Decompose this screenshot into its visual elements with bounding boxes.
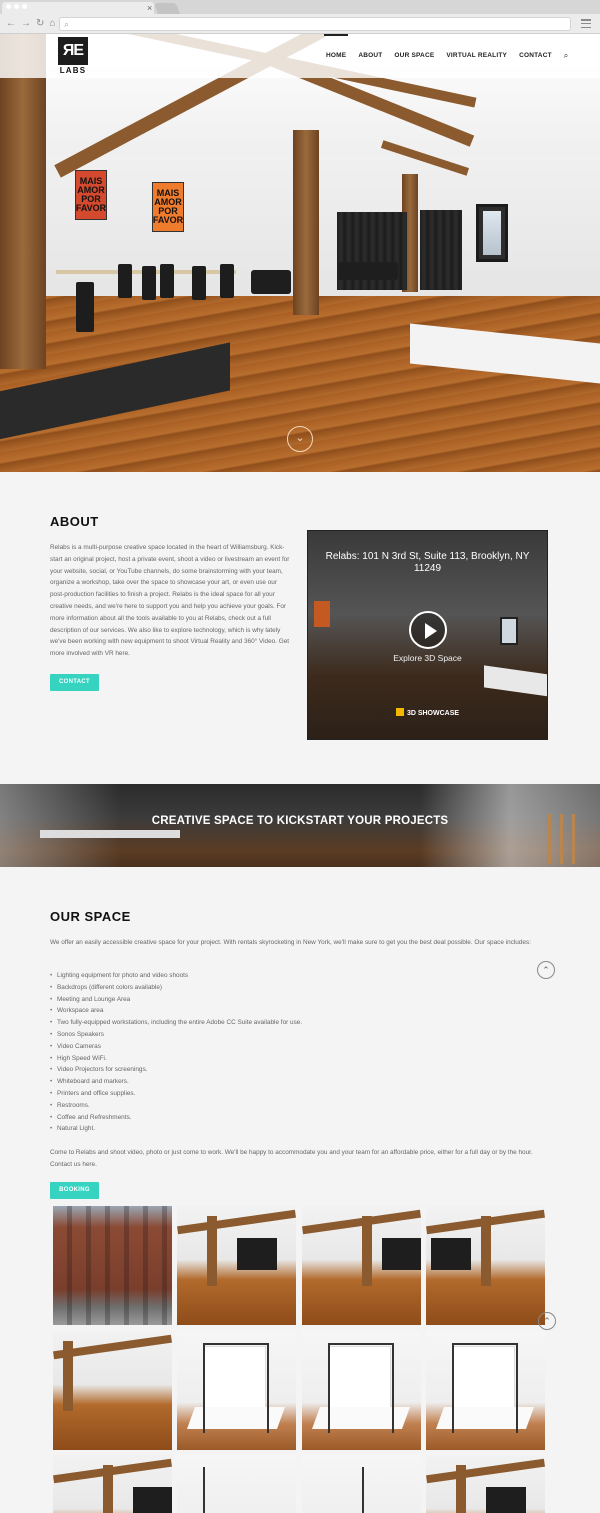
- video-title: Relabs: 101 N 3rd St, Suite 113, Brookly…: [325, 551, 530, 574]
- gallery-photo[interactable]: [177, 1331, 296, 1450]
- 3d-showcase-badge: 3D SHOWCASE: [308, 708, 547, 717]
- about-body: Relabs is a multi-purpose creative space…: [50, 544, 290, 658]
- our-space-title: OUR SPACE: [50, 909, 131, 924]
- sofa: [251, 270, 291, 294]
- gallery-photo[interactable]: [426, 1206, 545, 1325]
- chair: [142, 266, 156, 300]
- gallery-photo[interactable]: [53, 1206, 172, 1325]
- our-space-section: OUR SPACE We offer an easily accessible …: [0, 867, 600, 1513]
- poster-line: FAVOR: [75, 203, 107, 213]
- list-item: High Speed WiFi.: [50, 1053, 302, 1065]
- chair: [220, 264, 234, 298]
- browser-menu-icon[interactable]: [581, 19, 591, 28]
- cube-icon: [395, 708, 404, 716]
- window-controls[interactable]: [6, 4, 27, 9]
- parallax-banner: CREATIVE SPACE TO KICKSTART YOUR PROJECT…: [0, 784, 600, 867]
- our-space-intro: We offer an easily accessible creative s…: [50, 939, 531, 946]
- new-tab-button[interactable]: [153, 3, 181, 14]
- badge-label: 3D SHOWCASE: [406, 710, 460, 717]
- sofa: [338, 262, 398, 280]
- chair: [118, 264, 132, 298]
- list-item: Video Projectors for screenings.: [50, 1064, 302, 1076]
- address-bar[interactable]: ⌕: [59, 17, 571, 31]
- scroll-up-icon[interactable]: ⌃: [537, 961, 555, 979]
- window: [476, 204, 508, 262]
- close-tab-icon[interactable]: ×: [147, 3, 152, 13]
- list-item: Workspace area: [50, 1005, 302, 1017]
- reload-icon[interactable]: ↻: [36, 18, 44, 30]
- black-curtain: [420, 210, 462, 290]
- chair: [160, 264, 174, 298]
- booking-button[interactable]: BOOKING: [50, 1182, 99, 1199]
- gallery-photo[interactable]: [177, 1455, 296, 1513]
- gallery-photo[interactable]: [426, 1331, 545, 1450]
- logo-mark: ЯE: [58, 37, 88, 65]
- video-backdrop-art: [484, 665, 547, 699]
- nav-about[interactable]: ABOUT: [352, 34, 388, 78]
- scroll-down-icon[interactable]: ⌄: [287, 426, 313, 452]
- list-item: Printers and office supplies.: [50, 1088, 302, 1100]
- list-item: Whiteboard and markers.: [50, 1076, 302, 1088]
- office-chair: [76, 282, 94, 332]
- list-item: Coffee and Refreshments.: [50, 1112, 302, 1124]
- wood-pillar: [0, 34, 46, 369]
- chair: [192, 266, 206, 300]
- logo-text: LABS: [59, 66, 87, 75]
- browser-toolbar: ← → ↻ ⌂ ⌕: [0, 14, 600, 34]
- poster: MAIS AMOR POR FAVOR: [75, 170, 107, 220]
- search-icon[interactable]: ⌕: [558, 34, 574, 78]
- gallery-photo[interactable]: [302, 1206, 421, 1325]
- gallery-photo[interactable]: [426, 1455, 545, 1513]
- video-window-art: [500, 617, 518, 645]
- contact-button[interactable]: CONTACT: [50, 674, 99, 691]
- gallery-photo[interactable]: [53, 1331, 172, 1450]
- wood-pillar: [293, 130, 319, 315]
- our-space-outro: Come to Relabs and shoot video, photo or…: [50, 1149, 533, 1168]
- scroll-up-icon[interactable]: ⌃: [538, 1312, 556, 1330]
- banner-headline: CREATIVE SPACE TO KICKSTART YOUR PROJECT…: [151, 815, 449, 827]
- search-icon: ⌕: [64, 19, 70, 29]
- logo[interactable]: ЯE LABS: [58, 37, 88, 77]
- amenities-list: Lighting equipment for photo and video s…: [50, 970, 302, 1135]
- 3d-tour-embed[interactable]: Relabs: 101 N 3rd St, Suite 113, Brookly…: [307, 530, 548, 740]
- gallery-photo[interactable]: [177, 1206, 296, 1325]
- home-icon[interactable]: ⌂: [49, 18, 55, 30]
- list-item: Backdrops (different colors available): [50, 982, 302, 994]
- nav-virtual-reality[interactable]: VIRTUAL REALITY: [440, 34, 513, 78]
- video-poster-art: [314, 601, 330, 627]
- poster-line: FAVOR: [152, 215, 184, 225]
- gallery-photo[interactable]: [53, 1455, 172, 1513]
- list-item: Restrooms.: [50, 1100, 302, 1112]
- list-item: Sonos Speakers: [50, 1029, 302, 1041]
- list-item: Two fully-equipped workstations, includi…: [50, 1017, 302, 1029]
- site-header: ЯE LABS HOME ABOUT OUR SPACE VIRTUAL REA…: [0, 34, 600, 78]
- gallery-photo[interactable]: [302, 1331, 421, 1450]
- browser-nav-buttons: ← → ↻ ⌂: [6, 18, 55, 30]
- nav-our-space[interactable]: OUR SPACE: [388, 34, 440, 78]
- video-caption[interactable]: Explore 3D Space: [308, 653, 547, 663]
- about-section: ABOUT Relabs is a multi-purpose creative…: [0, 472, 600, 784]
- back-icon[interactable]: ←: [6, 18, 16, 30]
- list-item: Video Cameras: [50, 1041, 302, 1053]
- nav-contact[interactable]: CONTACT: [513, 34, 558, 78]
- nav-home[interactable]: HOME: [320, 34, 352, 78]
- about-title: ABOUT: [50, 514, 99, 529]
- banner-table: [40, 830, 180, 838]
- gallery-photo[interactable]: [302, 1455, 421, 1513]
- play-icon[interactable]: [409, 611, 447, 649]
- list-item: Natural Light.: [50, 1123, 302, 1135]
- forward-icon[interactable]: →: [21, 18, 31, 30]
- browser-titlebar: ×: [0, 0, 600, 14]
- poster: MAIS AMOR POR FAVOR: [152, 182, 184, 232]
- list-item: Meeting and Lounge Area: [50, 994, 302, 1006]
- main-nav: HOME ABOUT OUR SPACE VIRTUAL REALITY CON…: [320, 34, 574, 78]
- hero-section: MAIS AMOR POR FAVOR MAIS AMOR POR FAVOR …: [0, 34, 600, 472]
- list-item: Lighting equipment for photo and video s…: [50, 970, 302, 982]
